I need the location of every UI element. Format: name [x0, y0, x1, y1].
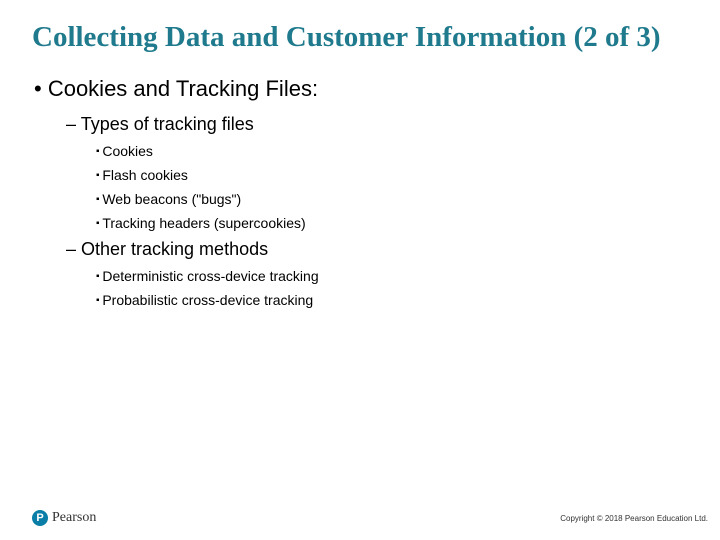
bullet-lvl3: Flash cookies [96, 167, 688, 183]
bullet-lvl2: Other tracking methods Deterministic cro… [66, 239, 688, 308]
bullet-text: Types of tracking files [81, 114, 254, 134]
bullet-text: Cookies and Tracking Files: [48, 76, 318, 101]
bullet-list-lvl3: Cookies Flash cookies Web beacons ("bugs… [96, 143, 688, 231]
bullet-lvl3: Web beacons ("bugs") [96, 191, 688, 207]
bullet-lvl1: Cookies and Tracking Files: Types of tra… [34, 76, 688, 308]
bullet-text: Deterministic cross-device tracking [102, 268, 318, 284]
bullet-text: Cookies [102, 143, 153, 159]
bullet-lvl3: Cookies [96, 143, 688, 159]
publisher-logo: P Pearson [32, 510, 96, 526]
logo-text: Pearson [52, 510, 96, 526]
bullet-text: Probabilistic cross-device tracking [102, 292, 313, 308]
bullet-lvl3: Probabilistic cross-device tracking [96, 292, 688, 308]
bullet-text: Other tracking methods [81, 239, 268, 259]
bullet-list: Cookies and Tracking Files: Types of tra… [34, 76, 688, 308]
bullet-lvl3: Deterministic cross-device tracking [96, 268, 688, 284]
bullet-text: Tracking headers (supercookies) [102, 215, 305, 231]
bullet-text: Web beacons ("bugs") [102, 191, 241, 207]
footer: P Pearson Copyright © 2018 Pearson Educa… [32, 510, 708, 526]
bullet-text: Flash cookies [102, 167, 188, 183]
copyright-text: Copyright © 2018 Pearson Education Ltd. [560, 514, 708, 523]
bullet-lvl2: Types of tracking files Cookies Flash co… [66, 114, 688, 231]
bullet-list-lvl2: Types of tracking files Cookies Flash co… [66, 114, 688, 308]
logo-mark-icon: P [32, 510, 48, 526]
slide-title: Collecting Data and Customer Information… [32, 20, 688, 54]
bullet-list-lvl3: Deterministic cross-device tracking Prob… [96, 268, 688, 308]
slide: Collecting Data and Customer Information… [0, 0, 720, 540]
bullet-lvl3: Tracking headers (supercookies) [96, 215, 688, 231]
